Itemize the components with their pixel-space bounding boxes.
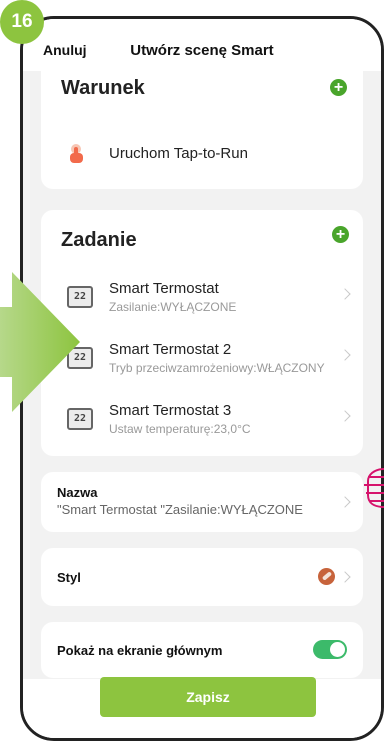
task-row[interactable]: 22 Smart Termostat Zasilanie:WYŁĄCZONE [41,270,363,326]
step-number: 16 [0,0,44,44]
name-label: Nazwa [57,485,98,500]
conditions-title: Warunek [61,77,145,99]
task-row[interactable]: 22 Smart Termostat 2 Tryb przeciwzamroże… [41,331,363,387]
chevron-right-icon [339,349,351,361]
style-row[interactable]: Styl [41,548,363,606]
task-device-detail: Zasilanie:WYŁĄCZONE [109,300,237,314]
task-device-name: Smart Termostat 2 [109,341,232,358]
page-title: Utwórz scenę Smart [130,42,274,59]
conditions-card: Warunek + Uruchom Tap-to-Run [41,59,363,189]
task-device-name: Smart Termostat 3 [109,402,232,419]
name-value: "Smart Termostat "Zasilanie:WYŁĄCZONE [57,502,303,517]
step-badge: 16 [0,0,52,52]
save-button[interactable]: Zapisz [100,677,316,717]
task-device-detail: Ustaw temperaturę:23,0°C [109,422,251,436]
show-home-label: Pokaż na ekranie głównym [57,643,223,658]
tasks-title: Zadanie [61,229,137,251]
show-home-toggle[interactable] [313,640,347,659]
show-home-row: Pokaż na ekranie głównym [41,622,363,678]
task-device-detail: Tryb przeciwzamrożeniowy:WŁĄCZONY [109,361,325,375]
style-label: Styl [57,570,81,585]
chevron-right-icon [339,288,351,300]
annotation-arrow [0,272,80,412]
condition-label: Uruchom Tap-to-Run [109,145,248,162]
task-row[interactable]: 22 Smart Termostat 3 Ustaw temperaturę:2… [41,392,363,448]
add-condition-icon[interactable]: + [330,79,347,96]
toggle-knob [330,642,345,657]
chevron-right-icon [339,571,351,583]
chevron-right-icon [339,410,351,422]
pointer-hand-icon [364,468,385,508]
condition-item[interactable]: Uruchom Tap-to-Run [41,131,363,187]
name-row[interactable]: Nazwa "Smart Termostat "Zasilanie:WYŁĄCZ… [41,472,363,532]
task-device-name: Smart Termostat [109,280,219,297]
tasks-card: Zadanie + 22 Smart Termostat Zasilanie:W… [41,210,363,456]
chevron-right-icon [339,496,351,508]
add-task-icon[interactable]: + [332,226,349,243]
tap-hand-icon [70,144,83,163]
top-bar: Anuluj Utwórz scenę Smart [23,19,381,71]
style-color-icon [318,568,335,585]
